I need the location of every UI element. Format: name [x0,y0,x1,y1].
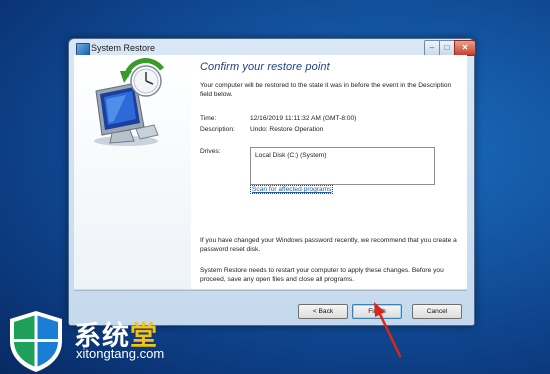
page-title: Confirm your restore point [200,61,330,73]
intro-text: Your computer will be restored to the st… [200,82,452,98]
description-label: Description: [200,126,235,133]
illustration-pane [74,55,191,289]
divider [74,290,467,291]
password-note: If you have changed your Windows passwor… [200,237,457,253]
drives-list[interactable]: Local Disk (C:) (System) [250,147,435,185]
minimize-button[interactable]: – [424,40,440,56]
list-item[interactable]: Local Disk (C:) (System) [255,152,326,159]
drives-label: Drives: [200,148,221,155]
watermark-url: xitongtang.com [76,346,165,361]
back-button[interactable]: < Back [298,304,348,319]
red-arrow-pointer [374,302,402,358]
content-panel: Confirm your restore point Your computer… [191,55,467,289]
maximize-button[interactable]: □ [439,40,455,56]
computer-restore-clock-icon [94,58,165,146]
description-value: Undo: Restore Operation [250,126,324,133]
time-label: Time: [200,115,217,122]
scan-affected-programs-link[interactable]: Scan for affected programs [250,185,334,194]
window-title: System Restore [91,43,156,53]
system-restore-window: System Restore – □ ✕ Confirm your restor… [68,38,476,326]
restart-note: System Restore needs to restart your com… [200,267,444,283]
close-button[interactable]: ✕ [454,40,476,56]
time-value: 12/16/2019 11:11:32 AM (GMT-8:00) [250,115,357,122]
cancel-button[interactable]: Cancel [412,304,462,319]
